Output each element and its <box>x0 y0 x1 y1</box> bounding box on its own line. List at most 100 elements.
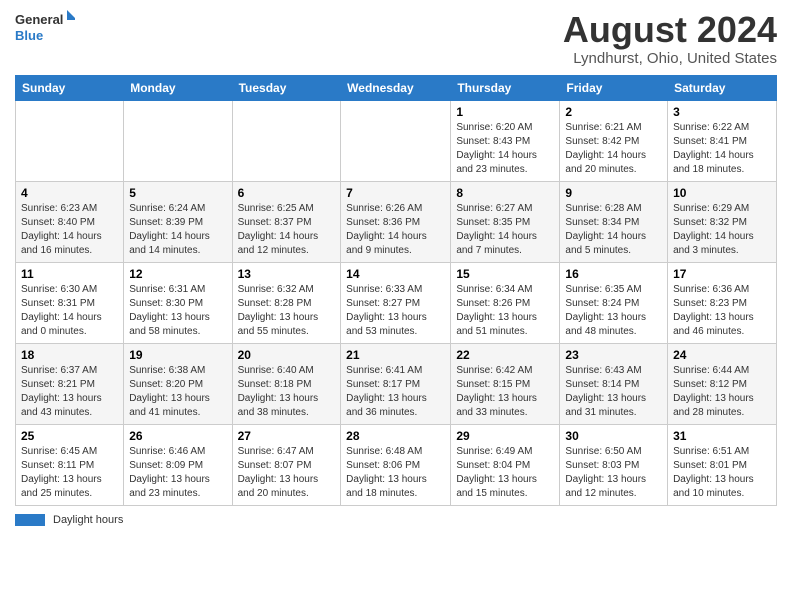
day-info: Sunrise: 6:22 AMSunset: 8:41 PMDaylight:… <box>673 121 771 177</box>
day-number: 14 <box>346 267 445 281</box>
day-cell: 24Sunrise: 6:44 AMSunset: 8:12 PMDayligh… <box>668 343 777 424</box>
day-info: Sunrise: 6:36 AMSunset: 8:23 PMDaylight:… <box>673 283 771 339</box>
day-number: 25 <box>21 429 118 443</box>
day-cell: 25 Sunrise: 6:45 AMSunset: 8:11 PMDayligh… <box>16 424 124 505</box>
day-number: 27 <box>238 429 336 443</box>
day-number: 18 <box>21 348 118 362</box>
logo: General Blue <box>15 10 75 46</box>
week-row-2: 4Sunrise: 6:23 AMSunset: 8:40 PMDaylight… <box>16 181 777 262</box>
day-number: 15 <box>456 267 554 281</box>
header-day-saturday: Saturday <box>668 75 777 100</box>
day-info: Sunrise: 6:30 AMSunset: 8:31 PMDaylight:… <box>21 283 118 339</box>
day-cell: 30 Sunrise: 6:50 AMSunset: 8:03 PMDayligh… <box>560 424 668 505</box>
day-number: 21 <box>346 348 445 362</box>
day-number: 22 <box>456 348 554 362</box>
day-info: Sunrise: 6:48 AMSunset: 8:06 PMDaylight:… <box>346 445 445 501</box>
day-info: Sunrise: 6:50 AMSunset: 8:03 PMDaylight:… <box>565 445 662 501</box>
day-cell: 7Sunrise: 6:26 AMSunset: 8:36 PMDaylight… <box>341 181 451 262</box>
day-cell <box>232 100 341 181</box>
day-cell: 16 Sunrise: 6:35 AMSunset: 8:24 PMDayligh… <box>560 262 668 343</box>
week-row-1: 1 Sunrise: 6:20 AMSunset: 8:43 PMDaylight… <box>16 100 777 181</box>
day-number: 20 <box>238 348 336 362</box>
day-info: Sunrise: 6:49 AMSunset: 8:04 PMDaylight:… <box>456 445 554 501</box>
week-row-3: 11 Sunrise: 6:30 AMSunset: 8:31 PMDayligh… <box>16 262 777 343</box>
day-number: 23 <box>565 348 662 362</box>
day-cell: 8Sunrise: 6:27 AMSunset: 8:35 PMDaylight… <box>451 181 560 262</box>
day-cell: 23Sunrise: 6:43 AMSunset: 8:14 PMDayligh… <box>560 343 668 424</box>
day-number: 26 <box>129 429 226 443</box>
day-number: 29 <box>456 429 554 443</box>
day-cell: 4Sunrise: 6:23 AMSunset: 8:40 PMDaylight… <box>16 181 124 262</box>
day-cell: 12 Sunrise: 6:31 AMSunset: 8:30 PMDayligh… <box>124 262 232 343</box>
day-number: 31 <box>673 429 771 443</box>
week-row-4: 18 Sunrise: 6:37 AMSunset: 8:21 PMDayligh… <box>16 343 777 424</box>
day-info: Sunrise: 6:45 AMSunset: 8:11 PMDaylight:… <box>21 445 118 501</box>
day-number: 13 <box>238 267 336 281</box>
header-day-wednesday: Wednesday <box>341 75 451 100</box>
day-info: Sunrise: 6:35 AMSunset: 8:24 PMDaylight:… <box>565 283 662 339</box>
day-number: 6 <box>238 186 336 200</box>
day-info: Sunrise: 6:40 AMSunset: 8:18 PMDaylight:… <box>238 364 336 420</box>
day-cell: 6 Sunrise: 6:25 AMSunset: 8:37 PMDaylight… <box>232 181 341 262</box>
day-number: 11 <box>21 267 118 281</box>
calendar-table: SundayMondayTuesdayWednesdayThursdayFrid… <box>15 75 777 506</box>
day-number: 5 <box>129 186 226 200</box>
day-number: 30 <box>565 429 662 443</box>
day-info: Sunrise: 6:28 AMSunset: 8:34 PMDaylight:… <box>565 202 662 258</box>
day-cell: 18 Sunrise: 6:37 AMSunset: 8:21 PMDayligh… <box>16 343 124 424</box>
day-cell <box>16 100 124 181</box>
day-cell: 17 Sunrise: 6:36 AMSunset: 8:23 PMDayligh… <box>668 262 777 343</box>
day-info: Sunrise: 6:24 AMSunset: 8:39 PMDaylight:… <box>129 202 226 258</box>
day-cell: 19 Sunrise: 6:38 AMSunset: 8:20 PMDayligh… <box>124 343 232 424</box>
day-info: Sunrise: 6:29 AMSunset: 8:32 PMDaylight:… <box>673 202 771 258</box>
day-cell: 29 Sunrise: 6:49 AMSunset: 8:04 PMDayligh… <box>451 424 560 505</box>
day-number: 4 <box>21 186 118 200</box>
day-number: 16 <box>565 267 662 281</box>
day-number: 19 <box>129 348 226 362</box>
day-info: Sunrise: 6:44 AMSunset: 8:12 PMDaylight:… <box>673 364 771 420</box>
day-cell <box>124 100 232 181</box>
svg-text:Blue: Blue <box>15 28 43 43</box>
subtitle: Lyndhurst, Ohio, United States <box>563 50 777 67</box>
day-cell: 5 Sunrise: 6:24 AMSunset: 8:39 PMDaylight… <box>124 181 232 262</box>
day-cell: 22Sunrise: 6:42 AMSunset: 8:15 PMDayligh… <box>451 343 560 424</box>
day-cell: 27 Sunrise: 6:47 AMSunset: 8:07 PMDayligh… <box>232 424 341 505</box>
day-cell: 26 Sunrise: 6:46 AMSunset: 8:09 PMDayligh… <box>124 424 232 505</box>
day-info: Sunrise: 6:41 AMSunset: 8:17 PMDaylight:… <box>346 364 445 420</box>
day-cell: 15Sunrise: 6:34 AMSunset: 8:26 PMDayligh… <box>451 262 560 343</box>
day-cell: 9 Sunrise: 6:28 AMSunset: 8:34 PMDaylight… <box>560 181 668 262</box>
header-day-tuesday: Tuesday <box>232 75 341 100</box>
day-cell: 31Sunrise: 6:51 AMSunset: 8:01 PMDayligh… <box>668 424 777 505</box>
header-day-sunday: Sunday <box>16 75 124 100</box>
day-cell: 13 Sunrise: 6:32 AMSunset: 8:28 PMDayligh… <box>232 262 341 343</box>
day-info: Sunrise: 6:21 AMSunset: 8:42 PMDaylight:… <box>565 121 662 177</box>
svg-text:General: General <box>15 12 63 27</box>
header-day-thursday: Thursday <box>451 75 560 100</box>
main-title: August 2024 <box>563 10 777 50</box>
day-info: Sunrise: 6:37 AMSunset: 8:21 PMDaylight:… <box>21 364 118 420</box>
day-info: Sunrise: 6:32 AMSunset: 8:28 PMDaylight:… <box>238 283 336 339</box>
daylight-swatch <box>15 514 45 526</box>
day-number: 8 <box>456 186 554 200</box>
day-number: 17 <box>673 267 771 281</box>
day-info: Sunrise: 6:46 AMSunset: 8:09 PMDaylight:… <box>129 445 226 501</box>
day-number: 3 <box>673 105 771 119</box>
day-info: Sunrise: 6:26 AMSunset: 8:36 PMDaylight:… <box>346 202 445 258</box>
day-info: Sunrise: 6:25 AMSunset: 8:37 PMDaylight:… <box>238 202 336 258</box>
day-cell: 20 Sunrise: 6:40 AMSunset: 8:18 PMDayligh… <box>232 343 341 424</box>
day-info: Sunrise: 6:31 AMSunset: 8:30 PMDaylight:… <box>129 283 226 339</box>
header: General Blue August 2024 Lyndhurst, Ohio… <box>15 10 777 67</box>
day-number: 12 <box>129 267 226 281</box>
day-info: Sunrise: 6:47 AMSunset: 8:07 PMDaylight:… <box>238 445 336 501</box>
footer: Daylight hours <box>15 514 777 526</box>
day-cell: 10Sunrise: 6:29 AMSunset: 8:32 PMDayligh… <box>668 181 777 262</box>
day-cell <box>341 100 451 181</box>
day-cell: 28Sunrise: 6:48 AMSunset: 8:06 PMDayligh… <box>341 424 451 505</box>
day-number: 2 <box>565 105 662 119</box>
day-cell: 21 Sunrise: 6:41 AMSunset: 8:17 PMDayligh… <box>341 343 451 424</box>
day-info: Sunrise: 6:38 AMSunset: 8:20 PMDaylight:… <box>129 364 226 420</box>
day-cell: 2 Sunrise: 6:21 AMSunset: 8:42 PMDaylight… <box>560 100 668 181</box>
day-number: 1 <box>456 105 554 119</box>
day-number: 9 <box>565 186 662 200</box>
day-info: Sunrise: 6:20 AMSunset: 8:43 PMDaylight:… <box>456 121 554 177</box>
